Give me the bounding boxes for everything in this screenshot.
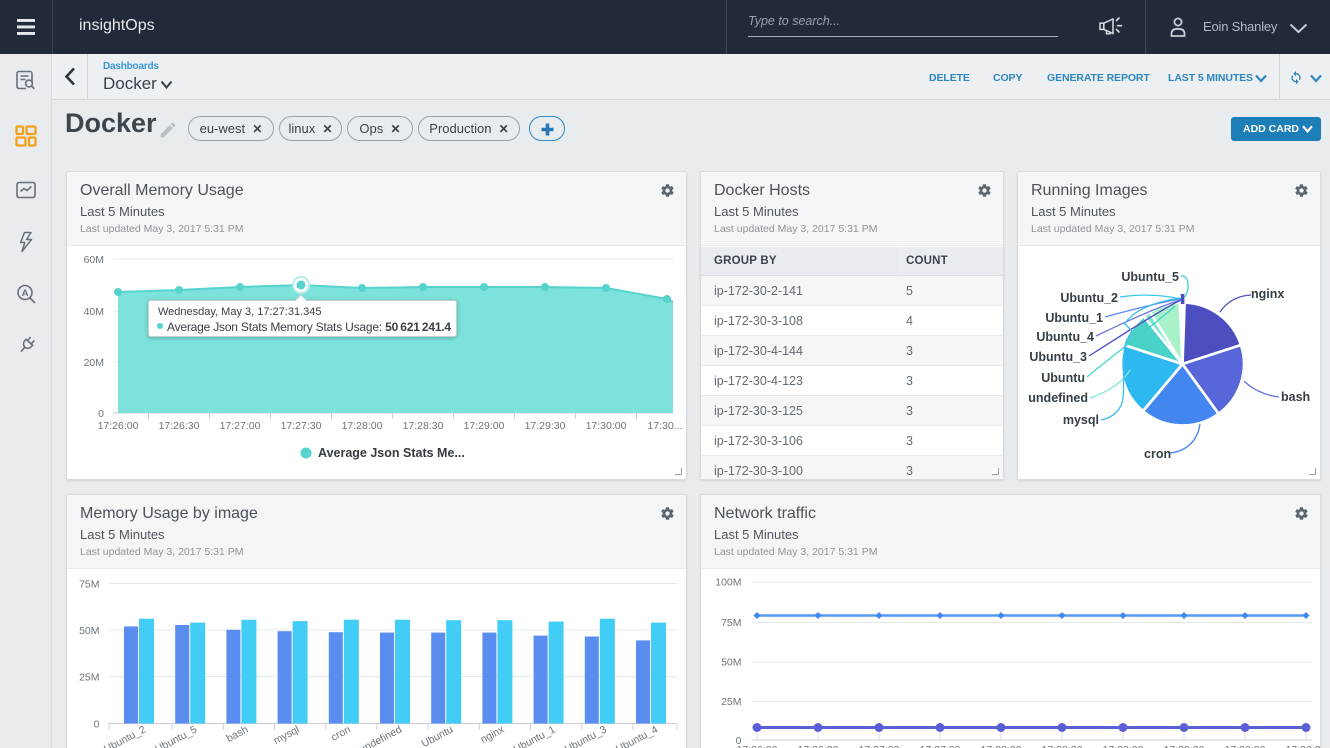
svg-text:17:27:30: 17:27:30 [920, 744, 961, 748]
svg-text:17:30...: 17:30... [647, 420, 682, 432]
svg-text:17:27:00: 17:27:00 [859, 744, 900, 748]
svg-text:17:26:00: 17:26:00 [98, 420, 139, 432]
svg-text:17:30:00: 17:30:00 [1225, 744, 1266, 748]
svg-text:Ubuntu_1: Ubuntu_1 [512, 723, 558, 748]
svg-text:17:30:00: 17:30:00 [586, 420, 627, 432]
svg-text:0: 0 [98, 408, 104, 420]
svg-text:Ubuntu_5: Ubuntu_5 [1121, 270, 1179, 284]
svg-text:17:29:30: 17:29:30 [1164, 744, 1205, 748]
svg-text:Ubuntu: Ubuntu [1041, 371, 1085, 385]
svg-text:0: 0 [94, 719, 100, 731]
svg-text:mysql: mysql [272, 724, 302, 747]
svg-text:Ubuntu_2: Ubuntu_2 [1060, 291, 1118, 305]
svg-text:17:28:00: 17:28:00 [981, 744, 1022, 748]
svg-text:mysql: mysql [1063, 413, 1099, 427]
svg-text:bash: bash [225, 723, 251, 744]
svg-text:17:28:30: 17:28:30 [1042, 744, 1083, 748]
svg-text:40M: 40M [84, 306, 104, 318]
svg-text:Average Json Stats Me...: Average Json Stats Me... [318, 446, 465, 460]
svg-text:17:28:30: 17:28:30 [403, 420, 444, 432]
svg-text:75M: 75M [721, 617, 741, 629]
svg-text:cron: cron [1144, 447, 1171, 461]
svg-text:A: A [22, 288, 29, 299]
svg-text:bash: bash [1281, 390, 1310, 404]
svg-text:Ubuntu_5: Ubuntu_5 [153, 723, 199, 748]
svg-text:17:27:30: 17:27:30 [281, 420, 322, 432]
svg-text:60M: 60M [84, 254, 104, 266]
svg-text:undefined: undefined [1028, 391, 1088, 405]
svg-text:Ubuntu_1: Ubuntu_1 [1045, 311, 1103, 325]
svg-text:25M: 25M [79, 672, 99, 684]
svg-text:nginx: nginx [1251, 287, 1284, 301]
svg-text:17:29:00: 17:29:00 [464, 420, 505, 432]
svg-text:17:28:00: 17:28:00 [342, 420, 383, 432]
svg-text:75M: 75M [79, 579, 99, 591]
svg-text:17:26:30: 17:26:30 [159, 420, 200, 432]
svg-text:17:30:30: 17:30:30 [1286, 744, 1320, 748]
svg-text:17:27:00: 17:27:00 [220, 420, 261, 432]
svg-text:nginx: nginx [479, 723, 507, 746]
svg-text:Ubuntu: Ubuntu [420, 723, 456, 748]
svg-text:Ubuntu_3: Ubuntu_3 [1029, 350, 1087, 364]
svg-text:cron: cron [329, 723, 353, 743]
svg-text:17:29:00: 17:29:00 [1103, 744, 1144, 748]
svg-text:17:26:00: 17:26:00 [737, 744, 778, 748]
svg-text:Ubuntu_3: Ubuntu_3 [563, 723, 609, 748]
svg-text:100M: 100M [715, 577, 741, 589]
svg-text:25M: 25M [721, 696, 741, 708]
svg-text:17:29:30: 17:29:30 [525, 420, 566, 432]
svg-text:50M: 50M [721, 657, 741, 669]
svg-text:50M: 50M [79, 625, 99, 637]
svg-text:17:26:30: 17:26:30 [798, 744, 839, 748]
svg-text:Ubuntu_4: Ubuntu_4 [614, 723, 660, 748]
svg-text:undefined: undefined [358, 723, 405, 748]
svg-text:20M: 20M [84, 357, 104, 369]
svg-text:Ubuntu_4: Ubuntu_4 [1036, 330, 1094, 344]
